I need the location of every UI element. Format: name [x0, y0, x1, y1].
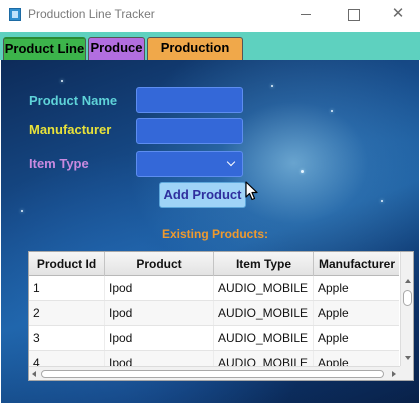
cell-product-id: 2	[29, 301, 105, 325]
existing-products-label: Existing Products:	[162, 227, 269, 241]
close-button[interactable]: ✕	[390, 6, 406, 22]
column-header-product-id[interactable]: Product Id	[29, 252, 105, 276]
horizontal-scroll-thumb[interactable]	[41, 370, 384, 378]
cell-manufacturer: Apple	[314, 276, 401, 300]
cell-product: Ipod	[105, 301, 214, 325]
tab-product-line[interactable]: Product Line	[3, 37, 86, 60]
cell-product: Ipod	[105, 326, 214, 350]
cell-product: Ipod	[105, 276, 214, 300]
cell-product-id: 1	[29, 276, 105, 300]
vertical-scroll-thumb[interactable]	[403, 290, 412, 306]
chevron-down-icon	[226, 157, 236, 167]
cell-manufacturer: Apple	[314, 326, 401, 350]
item-type-label: Item Type	[29, 156, 89, 171]
column-header-item-type[interactable]: Item Type	[214, 252, 314, 276]
mouse-cursor-icon	[245, 181, 258, 201]
vertical-scrollbar[interactable]	[400, 252, 413, 366]
product-name-field[interactable]	[136, 87, 243, 113]
scrollbar-corner	[400, 366, 413, 380]
cell-item-type: AUDIO_MOBILE	[214, 301, 314, 325]
product-name-input[interactable]	[137, 88, 242, 112]
star	[271, 85, 273, 87]
manufacturer-label: Manufacturer	[29, 122, 112, 137]
tab-production-log[interactable]: Production Log	[147, 37, 243, 75]
star	[301, 170, 304, 173]
tab-produce[interactable]: Produce	[88, 37, 145, 60]
column-header-product[interactable]: Product	[105, 252, 214, 276]
product-name-label: Product Name	[29, 93, 118, 108]
product-line-panel: Product Name Manufacturer Item Type Add …	[1, 60, 419, 403]
cell-manufacturer: Apple	[314, 301, 401, 325]
star	[381, 200, 383, 202]
products-table[interactable]: Product Id Product Item Type Manufacture…	[28, 251, 414, 381]
app-window: Production Line Tracker ✕ Product Line P…	[0, 0, 420, 404]
manufacturer-field[interactable]	[136, 118, 243, 144]
star	[61, 80, 63, 82]
scroll-down-icon[interactable]	[405, 356, 411, 360]
column-header-manufacturer[interactable]: Manufacturer	[314, 252, 401, 276]
star	[21, 210, 23, 212]
star	[331, 110, 333, 112]
maximize-button[interactable]	[345, 6, 361, 22]
tab-bar: Product Line Produce Production Log	[0, 32, 420, 75]
cell-item-type: AUDIO_MOBILE	[214, 276, 314, 300]
cell-item-type: AUDIO_MOBILE	[214, 326, 314, 350]
add-product-button[interactable]: Add Product	[159, 182, 246, 208]
manufacturer-input[interactable]	[137, 119, 242, 143]
table-row[interactable]: 1 Ipod AUDIO_MOBILE Apple	[29, 276, 401, 301]
table-row[interactable]: 3 Ipod AUDIO_MOBILE Apple	[29, 326, 401, 351]
app-icon	[9, 8, 21, 21]
table-header: Product Id Product Item Type Manufacture…	[29, 252, 401, 276]
title-bar[interactable]: Production Line Tracker ✕	[0, 0, 420, 32]
item-type-select[interactable]	[136, 151, 243, 177]
table-row[interactable]: 2 Ipod AUDIO_MOBILE Apple	[29, 301, 401, 326]
window-title: Production Line Tracker	[28, 7, 155, 21]
horizontal-scrollbar[interactable]	[29, 366, 400, 380]
scroll-left-icon[interactable]	[32, 371, 36, 377]
minimize-button[interactable]	[298, 6, 314, 22]
scroll-up-icon[interactable]	[405, 279, 411, 283]
scroll-right-icon[interactable]	[392, 371, 396, 377]
cell-product-id: 3	[29, 326, 105, 350]
